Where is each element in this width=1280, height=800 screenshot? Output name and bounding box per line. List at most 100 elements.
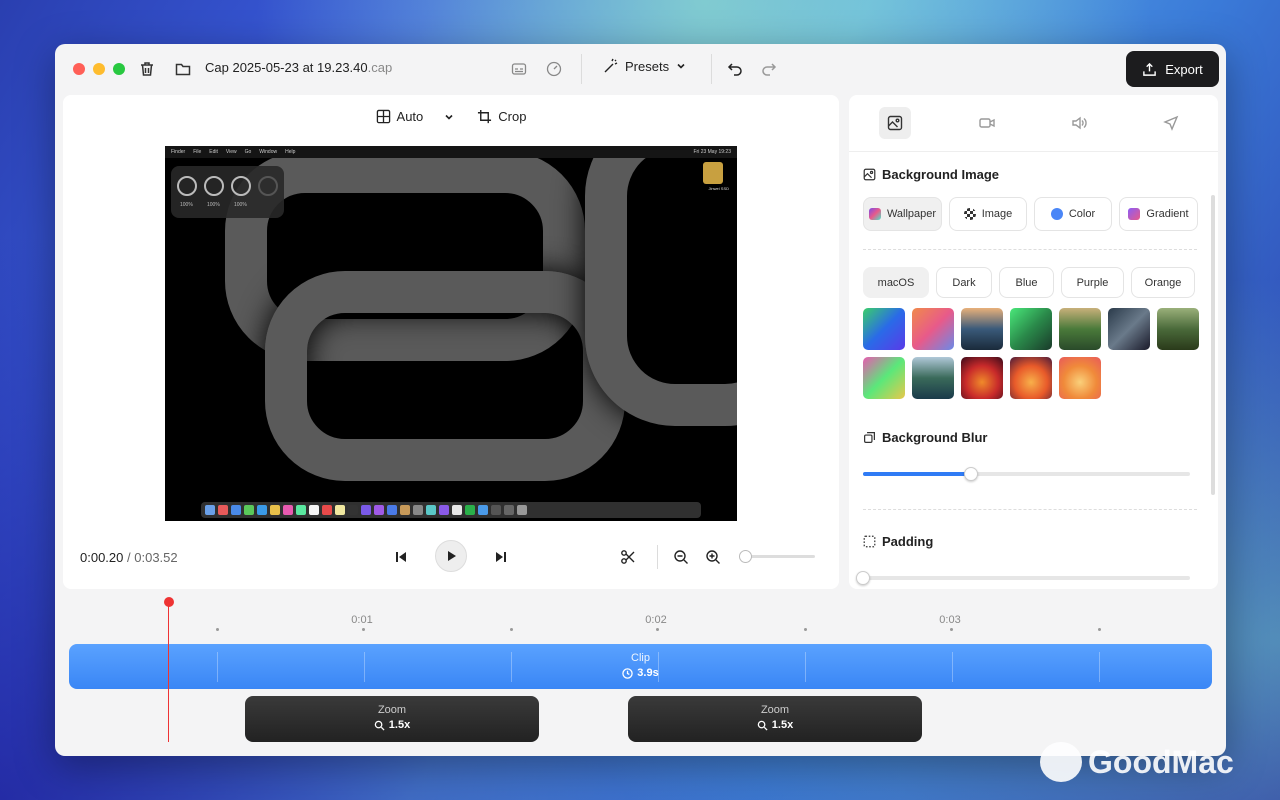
- crop-icon: [478, 109, 492, 124]
- wallpaper-thumbnail[interactable]: [961, 308, 1003, 350]
- magnifier-icon: [374, 720, 385, 731]
- category-blue[interactable]: Blue: [999, 267, 1054, 298]
- drive-label: Jinwei SSD: [708, 186, 729, 191]
- zoom-out-icon: [674, 550, 688, 564]
- wallpaper-thumbnail[interactable]: [1059, 308, 1101, 350]
- tab-audio[interactable]: [1063, 107, 1095, 139]
- background-blur-slider[interactable]: [863, 467, 1190, 481]
- source-tab-color[interactable]: Color: [1034, 197, 1112, 231]
- zoom-label: Zoom: [377, 704, 407, 716]
- skip-forward-button[interactable]: [486, 542, 516, 572]
- file-name: Cap 2025-05-23 at 19.23.40: [205, 60, 368, 75]
- wallpaper-thumbnail[interactable]: [961, 357, 1003, 399]
- folder-icon[interactable]: [173, 59, 193, 79]
- editor-panel: Auto Crop Finder File Edit View Go Windo…: [63, 95, 839, 589]
- slider-knob[interactable]: [856, 571, 870, 585]
- zoom-in-button[interactable]: [698, 542, 728, 572]
- aspect-ratio-button[interactable]: Auto: [376, 109, 456, 124]
- slider-knob[interactable]: [739, 550, 752, 563]
- padding-slider[interactable]: [856, 571, 1190, 585]
- source-tab-image[interactable]: Image: [949, 197, 1027, 231]
- toolbar-divider: [581, 54, 582, 84]
- tick-marker: [1098, 628, 1101, 631]
- tick-label: 0:02: [645, 614, 667, 626]
- menu-item: Edit: [209, 149, 218, 155]
- video-preview[interactable]: Finder File Edit View Go Window Help Fri…: [165, 146, 737, 521]
- category-dark[interactable]: Dark: [936, 267, 992, 298]
- category-macos[interactable]: macOS: [863, 267, 929, 298]
- tick-marker: [656, 628, 659, 631]
- dock-icon: [478, 505, 488, 515]
- wallpaper-thumbnail[interactable]: [1010, 308, 1052, 350]
- play-button[interactable]: [435, 540, 467, 572]
- minimize-button[interactable]: [93, 63, 105, 75]
- upload-icon: [1143, 62, 1157, 76]
- export-button[interactable]: Export: [1126, 51, 1219, 87]
- dock-icon: [491, 505, 501, 515]
- file-title: Cap 2025-05-23 at 19.23.40.cap: [205, 60, 392, 75]
- zoom-out-button[interactable]: [666, 542, 696, 572]
- wallpaper-thumbnail[interactable]: [863, 308, 905, 350]
- category-orange[interactable]: Orange: [1131, 267, 1195, 298]
- speaker-icon: [1072, 116, 1087, 130]
- fullscreen-button[interactable]: [113, 63, 125, 75]
- wallpaper-thumbnail[interactable]: [1010, 357, 1052, 399]
- tab-background[interactable]: [879, 107, 911, 139]
- timeline-zoom-slider[interactable]: [739, 550, 815, 563]
- dock-icon: [218, 505, 228, 515]
- video-camera-icon: [979, 118, 995, 128]
- wallpaper-thumbnail[interactable]: [1108, 308, 1150, 350]
- dock-icon: [504, 505, 514, 515]
- captions-icon[interactable]: [509, 59, 529, 79]
- clip-track[interactable]: Clip 3.9s: [69, 644, 1212, 689]
- playhead-handle[interactable]: [164, 597, 174, 607]
- source-tab-label: Gradient: [1146, 208, 1189, 220]
- wallpaper-thumbnail[interactable]: [912, 308, 954, 350]
- background-blur-title: Background Blur: [863, 430, 987, 445]
- skip-back-icon: [396, 552, 406, 562]
- checker-icon: [963, 208, 976, 220]
- dock-icon: [257, 505, 267, 515]
- close-button[interactable]: [73, 63, 85, 75]
- menu-item: Go: [244, 149, 252, 155]
- wallpaper-thumbnail[interactable]: [912, 357, 954, 399]
- sidebar-scrollbar[interactable]: [1211, 195, 1215, 495]
- presets-button[interactable]: Presets: [603, 58, 687, 74]
- chevron-down-icon: [677, 63, 685, 69]
- crop-button[interactable]: Crop: [477, 109, 526, 124]
- wallpaper-thumbnail[interactable]: [863, 357, 905, 399]
- menu-item: Window: [259, 149, 278, 155]
- section-label: Padding: [882, 534, 934, 549]
- trash-icon[interactable]: [137, 59, 157, 79]
- image-icon: [863, 168, 876, 181]
- battery-widget: 100% 100% 100%: [171, 166, 284, 218]
- tab-camera[interactable]: [971, 107, 1003, 139]
- app-window: Cap 2025-05-23 at 19.23.40.cap Presets E…: [55, 44, 1226, 756]
- aspect-label: Auto: [396, 109, 424, 124]
- wallpaper-thumbnail[interactable]: [1157, 308, 1199, 350]
- speed-gauge-icon[interactable]: [544, 59, 564, 79]
- dock-icon: [361, 505, 371, 515]
- color-swatch-icon: [1050, 208, 1063, 220]
- source-tab-gradient[interactable]: Gradient: [1119, 197, 1198, 231]
- source-tab-wallpaper[interactable]: Wallpaper: [863, 197, 942, 231]
- clip-label: Clip: [631, 652, 650, 664]
- dock-icon: [452, 505, 462, 515]
- time-separator: /: [127, 550, 131, 565]
- preview-menubar: Finder File Edit View Go Window Help Fri…: [165, 146, 737, 158]
- undo-icon[interactable]: [725, 59, 745, 79]
- skip-back-button[interactable]: [386, 542, 416, 572]
- slider-knob[interactable]: [963, 467, 978, 481]
- playhead[interactable]: [168, 602, 169, 742]
- split-button[interactable]: [613, 542, 643, 572]
- category-purple[interactable]: Purple: [1061, 267, 1124, 298]
- tab-cursor[interactable]: [1155, 107, 1187, 139]
- menu-item: View: [225, 149, 237, 155]
- preview-dock: [201, 502, 701, 518]
- zoom-segment[interactable]: Zoom 1.5x: [245, 696, 539, 742]
- category-label: Purple: [1076, 276, 1109, 289]
- wallpaper-thumbnail[interactable]: [1059, 357, 1101, 399]
- zoom-segment[interactable]: Zoom 1.5x: [628, 696, 922, 742]
- redo-icon[interactable]: [759, 59, 779, 79]
- timeline: 0:01 0:02 0:03 Clip 3.9s Zoom 1.5x Zoom …: [55, 592, 1226, 756]
